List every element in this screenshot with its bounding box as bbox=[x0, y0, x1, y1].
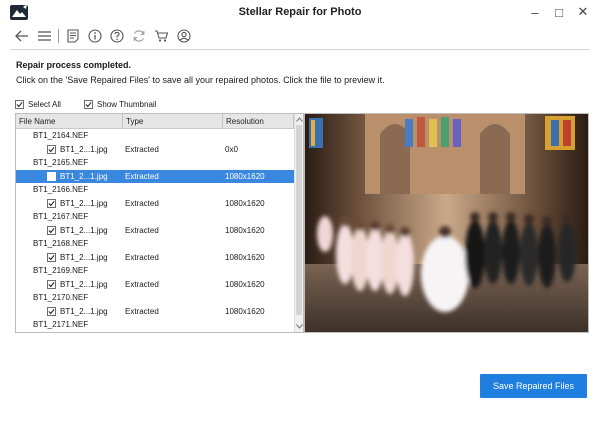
title-bar: Stellar Repair for Photo – □ ✕ bbox=[0, 0, 600, 26]
column-header-resolution[interactable]: Resolution bbox=[223, 114, 294, 129]
row-checkbox[interactable] bbox=[47, 172, 56, 181]
show-thumbnail-option[interactable]: Show Thumbnail bbox=[84, 100, 156, 109]
parent-file-name: BT1_2168.NEF bbox=[33, 239, 89, 248]
status-description: Click on the 'Save Repaired Files' to sa… bbox=[16, 75, 385, 85]
table-row-parent[interactable]: BT1_2165.NEF bbox=[16, 156, 294, 170]
select-all-option[interactable]: Select All bbox=[15, 100, 61, 109]
toolbar-divider bbox=[10, 49, 590, 50]
row-checkbox[interactable] bbox=[47, 145, 56, 154]
file-type: Extracted bbox=[125, 198, 159, 208]
minimize-button[interactable]: – bbox=[523, 2, 547, 22]
row-checkbox[interactable] bbox=[47, 280, 56, 289]
file-type: Extracted bbox=[125, 144, 159, 154]
wedding-photo bbox=[305, 114, 588, 332]
toolbar bbox=[0, 26, 600, 48]
table-header: File Name Type Resolution bbox=[16, 114, 294, 129]
file-type: Extracted bbox=[125, 225, 159, 235]
select-all-checkbox[interactable] bbox=[15, 100, 24, 109]
show-thumbnail-checkbox[interactable] bbox=[84, 100, 93, 109]
file-resolution: 1080x1620 bbox=[225, 306, 265, 316]
table-row-child[interactable]: BT1_2...1.jpg Extracted 1080x1620 bbox=[16, 224, 294, 238]
table-row-child[interactable]: BT1_2...1.jpg Extracted 1080x1620 bbox=[16, 305, 294, 319]
file-resolution: 1080x1620 bbox=[225, 171, 265, 181]
show-thumbnail-label: Show Thumbnail bbox=[97, 100, 157, 109]
document-icon[interactable] bbox=[64, 27, 82, 45]
table-row-parent[interactable]: BT1_2171.NEF bbox=[16, 318, 294, 332]
table-row-child[interactable]: BT1_2...1.jpg Extracted 1080x1620 bbox=[16, 169, 294, 183]
account-icon[interactable] bbox=[175, 27, 193, 45]
close-button[interactable]: ✕ bbox=[571, 2, 595, 22]
scroll-up-icon[interactable] bbox=[295, 115, 303, 124]
table-row-child[interactable]: BT1_2...1.jpg Extracted 1080x1620 bbox=[16, 251, 294, 265]
child-file-name: BT1_2...1.jpg bbox=[60, 279, 108, 289]
photo-preview[interactable] bbox=[304, 113, 589, 333]
child-file-name: BT1_2...1.jpg bbox=[60, 252, 108, 262]
file-table: File Name Type Resolution BT1_2164.NEF BT… bbox=[15, 113, 304, 333]
child-file-name: BT1_2...1.jpg bbox=[60, 225, 108, 235]
table-row-child[interactable]: BT1_2...1.jpg Extracted 1080x1620 bbox=[16, 278, 294, 292]
window-title: Stellar Repair for Photo bbox=[238, 6, 362, 18]
file-resolution: 1080x1620 bbox=[225, 198, 265, 208]
parent-file-name: BT1_2171.NEF bbox=[33, 320, 89, 329]
parent-file-name: BT1_2169.NEF bbox=[33, 266, 89, 275]
save-repaired-files-button[interactable]: Save Repaired Files bbox=[480, 374, 587, 398]
parent-file-name: BT1_2165.NEF bbox=[33, 158, 89, 167]
parent-file-name: BT1_2164.NEF bbox=[33, 131, 89, 140]
file-resolution: 1080x1620 bbox=[225, 225, 265, 235]
child-file-name: BT1_2...1.jpg bbox=[60, 198, 108, 208]
table-row-parent[interactable]: BT1_2169.NEF bbox=[16, 264, 294, 278]
refresh-icon[interactable] bbox=[130, 27, 148, 45]
parent-file-name: BT1_2170.NEF bbox=[33, 293, 89, 302]
child-file-name: BT1_2...1.jpg bbox=[60, 306, 108, 316]
row-checkbox[interactable] bbox=[47, 307, 56, 316]
toolbar-separator bbox=[58, 29, 59, 43]
help-icon[interactable] bbox=[108, 27, 126, 45]
parent-file-name: BT1_2166.NEF bbox=[33, 185, 89, 194]
status-title: Repair process completed. bbox=[16, 60, 132, 70]
file-resolution: 0x0 bbox=[225, 144, 238, 154]
table-row-child[interactable]: BT1_2...1.jpg Extracted 0x0 bbox=[16, 143, 294, 157]
column-header-type[interactable]: Type bbox=[123, 114, 223, 129]
table-row-parent[interactable]: BT1_2167.NEF bbox=[16, 210, 294, 224]
parent-file-name: BT1_2167.NEF bbox=[33, 212, 89, 221]
table-row-parent[interactable]: BT1_2168.NEF bbox=[16, 237, 294, 251]
file-type: Extracted bbox=[125, 252, 159, 262]
row-checkbox[interactable] bbox=[47, 253, 56, 262]
column-header-file-name[interactable]: File Name bbox=[16, 114, 123, 129]
file-resolution: 1080x1620 bbox=[225, 279, 265, 289]
row-checkbox[interactable] bbox=[47, 226, 56, 235]
select-all-label: Select All bbox=[28, 100, 61, 109]
scroll-down-icon[interactable] bbox=[295, 322, 303, 331]
back-arrow-icon[interactable] bbox=[13, 27, 31, 45]
scrollbar-thumb[interactable] bbox=[296, 125, 302, 315]
file-resolution: 1080x1620 bbox=[225, 252, 265, 262]
table-body: BT1_2164.NEF BT1_2...1.jpg Extracted 0x0 BT1… bbox=[16, 129, 294, 332]
file-type: Extracted bbox=[125, 171, 159, 181]
table-row-parent[interactable]: BT1_2166.NEF bbox=[16, 183, 294, 197]
child-file-name: BT1_2...1.jpg bbox=[60, 171, 108, 181]
cart-icon[interactable] bbox=[152, 27, 170, 45]
table-row-parent[interactable]: BT1_2170.NEF bbox=[16, 291, 294, 305]
file-type: Extracted bbox=[125, 279, 159, 289]
menu-icon[interactable] bbox=[35, 27, 53, 45]
table-row-parent[interactable]: BT1_2164.NEF bbox=[16, 129, 294, 143]
row-checkbox[interactable] bbox=[47, 199, 56, 208]
table-row-child[interactable]: BT1_2...1.jpg Extracted 1080x1620 bbox=[16, 197, 294, 211]
file-type: Extracted bbox=[125, 306, 159, 316]
child-file-name: BT1_2...1.jpg bbox=[60, 144, 108, 154]
vertical-scrollbar[interactable] bbox=[294, 114, 303, 332]
maximize-button[interactable]: □ bbox=[547, 2, 571, 22]
info-icon[interactable] bbox=[86, 27, 104, 45]
